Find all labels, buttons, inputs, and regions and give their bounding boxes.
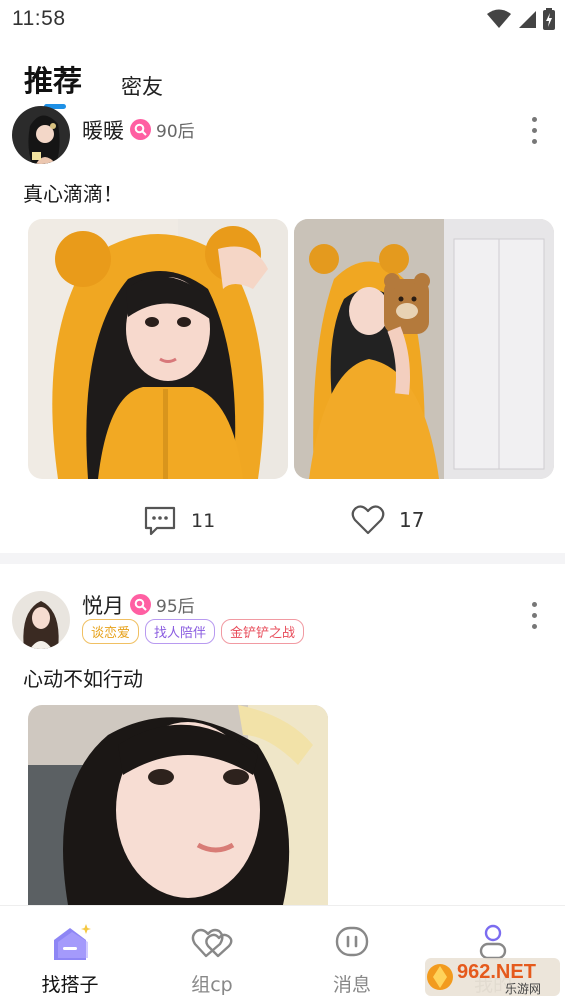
status-bar: 11:58 [0, 0, 565, 38]
age-label: 95后 [156, 597, 195, 617]
comment-count: 11 [191, 510, 216, 532]
heart-icon [351, 505, 385, 535]
tag[interactable]: 谈恋爱 [82, 619, 140, 644]
watermark-brand: 962.NET [457, 961, 536, 983]
post-text: 真心滴滴！ [23, 182, 123, 206]
tab-recommend[interactable]: 推荐 [24, 58, 82, 100]
site-watermark: 962.NET 乐游网 [425, 952, 560, 1000]
status-time: 11:58 [12, 7, 66, 30]
search-badge-icon [130, 594, 151, 615]
avatar[interactable] [12, 591, 70, 649]
post-text: 心动不如行动 [23, 667, 143, 691]
more-options-icon[interactable] [532, 602, 538, 629]
tab-close-friends[interactable]: 密友 [121, 71, 163, 101]
tag[interactable]: 金铲铲之战 [221, 619, 305, 644]
interest-tags: 谈恋爱 找人陪伴 金铲铲之战 [82, 619, 305, 644]
post-photo[interactable] [28, 219, 288, 479]
post-photo[interactable] [294, 219, 554, 479]
like-button[interactable]: 17 [351, 505, 424, 535]
nav-find-partner[interactable]: 找搭子 [0, 906, 140, 1004]
top-tabs: 推荐 密友 [0, 56, 565, 109]
age-badge: 90后 [130, 117, 195, 142]
age-badge: 95后 [130, 592, 195, 617]
couple-hearts-icon [191, 928, 233, 958]
post-divider [0, 553, 565, 564]
username[interactable]: 暖暖 [82, 115, 124, 145]
comment-icon [144, 506, 176, 536]
avatar[interactable] [12, 106, 70, 164]
username[interactable]: 悦月 [82, 590, 124, 620]
comment-button[interactable]: 11 [143, 505, 215, 537]
nav-label: 组cp [191, 974, 233, 996]
age-label: 90后 [156, 122, 195, 142]
nav-label: 消息 [332, 974, 371, 996]
post-actions: 11 17 [0, 505, 565, 549]
like-count: 17 [399, 508, 425, 532]
nav-messages[interactable]: 消息 [282, 906, 422, 1004]
tag[interactable]: 找人陪伴 [145, 619, 216, 644]
message-icon [335, 926, 369, 957]
nav-couple[interactable]: 组cp [142, 906, 282, 1004]
signal-icon [519, 11, 536, 28]
search-badge-icon [130, 119, 151, 140]
nav-label: 找搭子 [41, 974, 99, 996]
battery-icon [543, 8, 555, 30]
status-icons [487, 8, 555, 30]
watermark-sub: 乐游网 [505, 982, 541, 996]
wifi-icon [487, 9, 511, 28]
post-photo[interactable] [28, 705, 328, 905]
home-badge-icon [54, 924, 91, 960]
more-options-icon[interactable] [532, 117, 538, 144]
